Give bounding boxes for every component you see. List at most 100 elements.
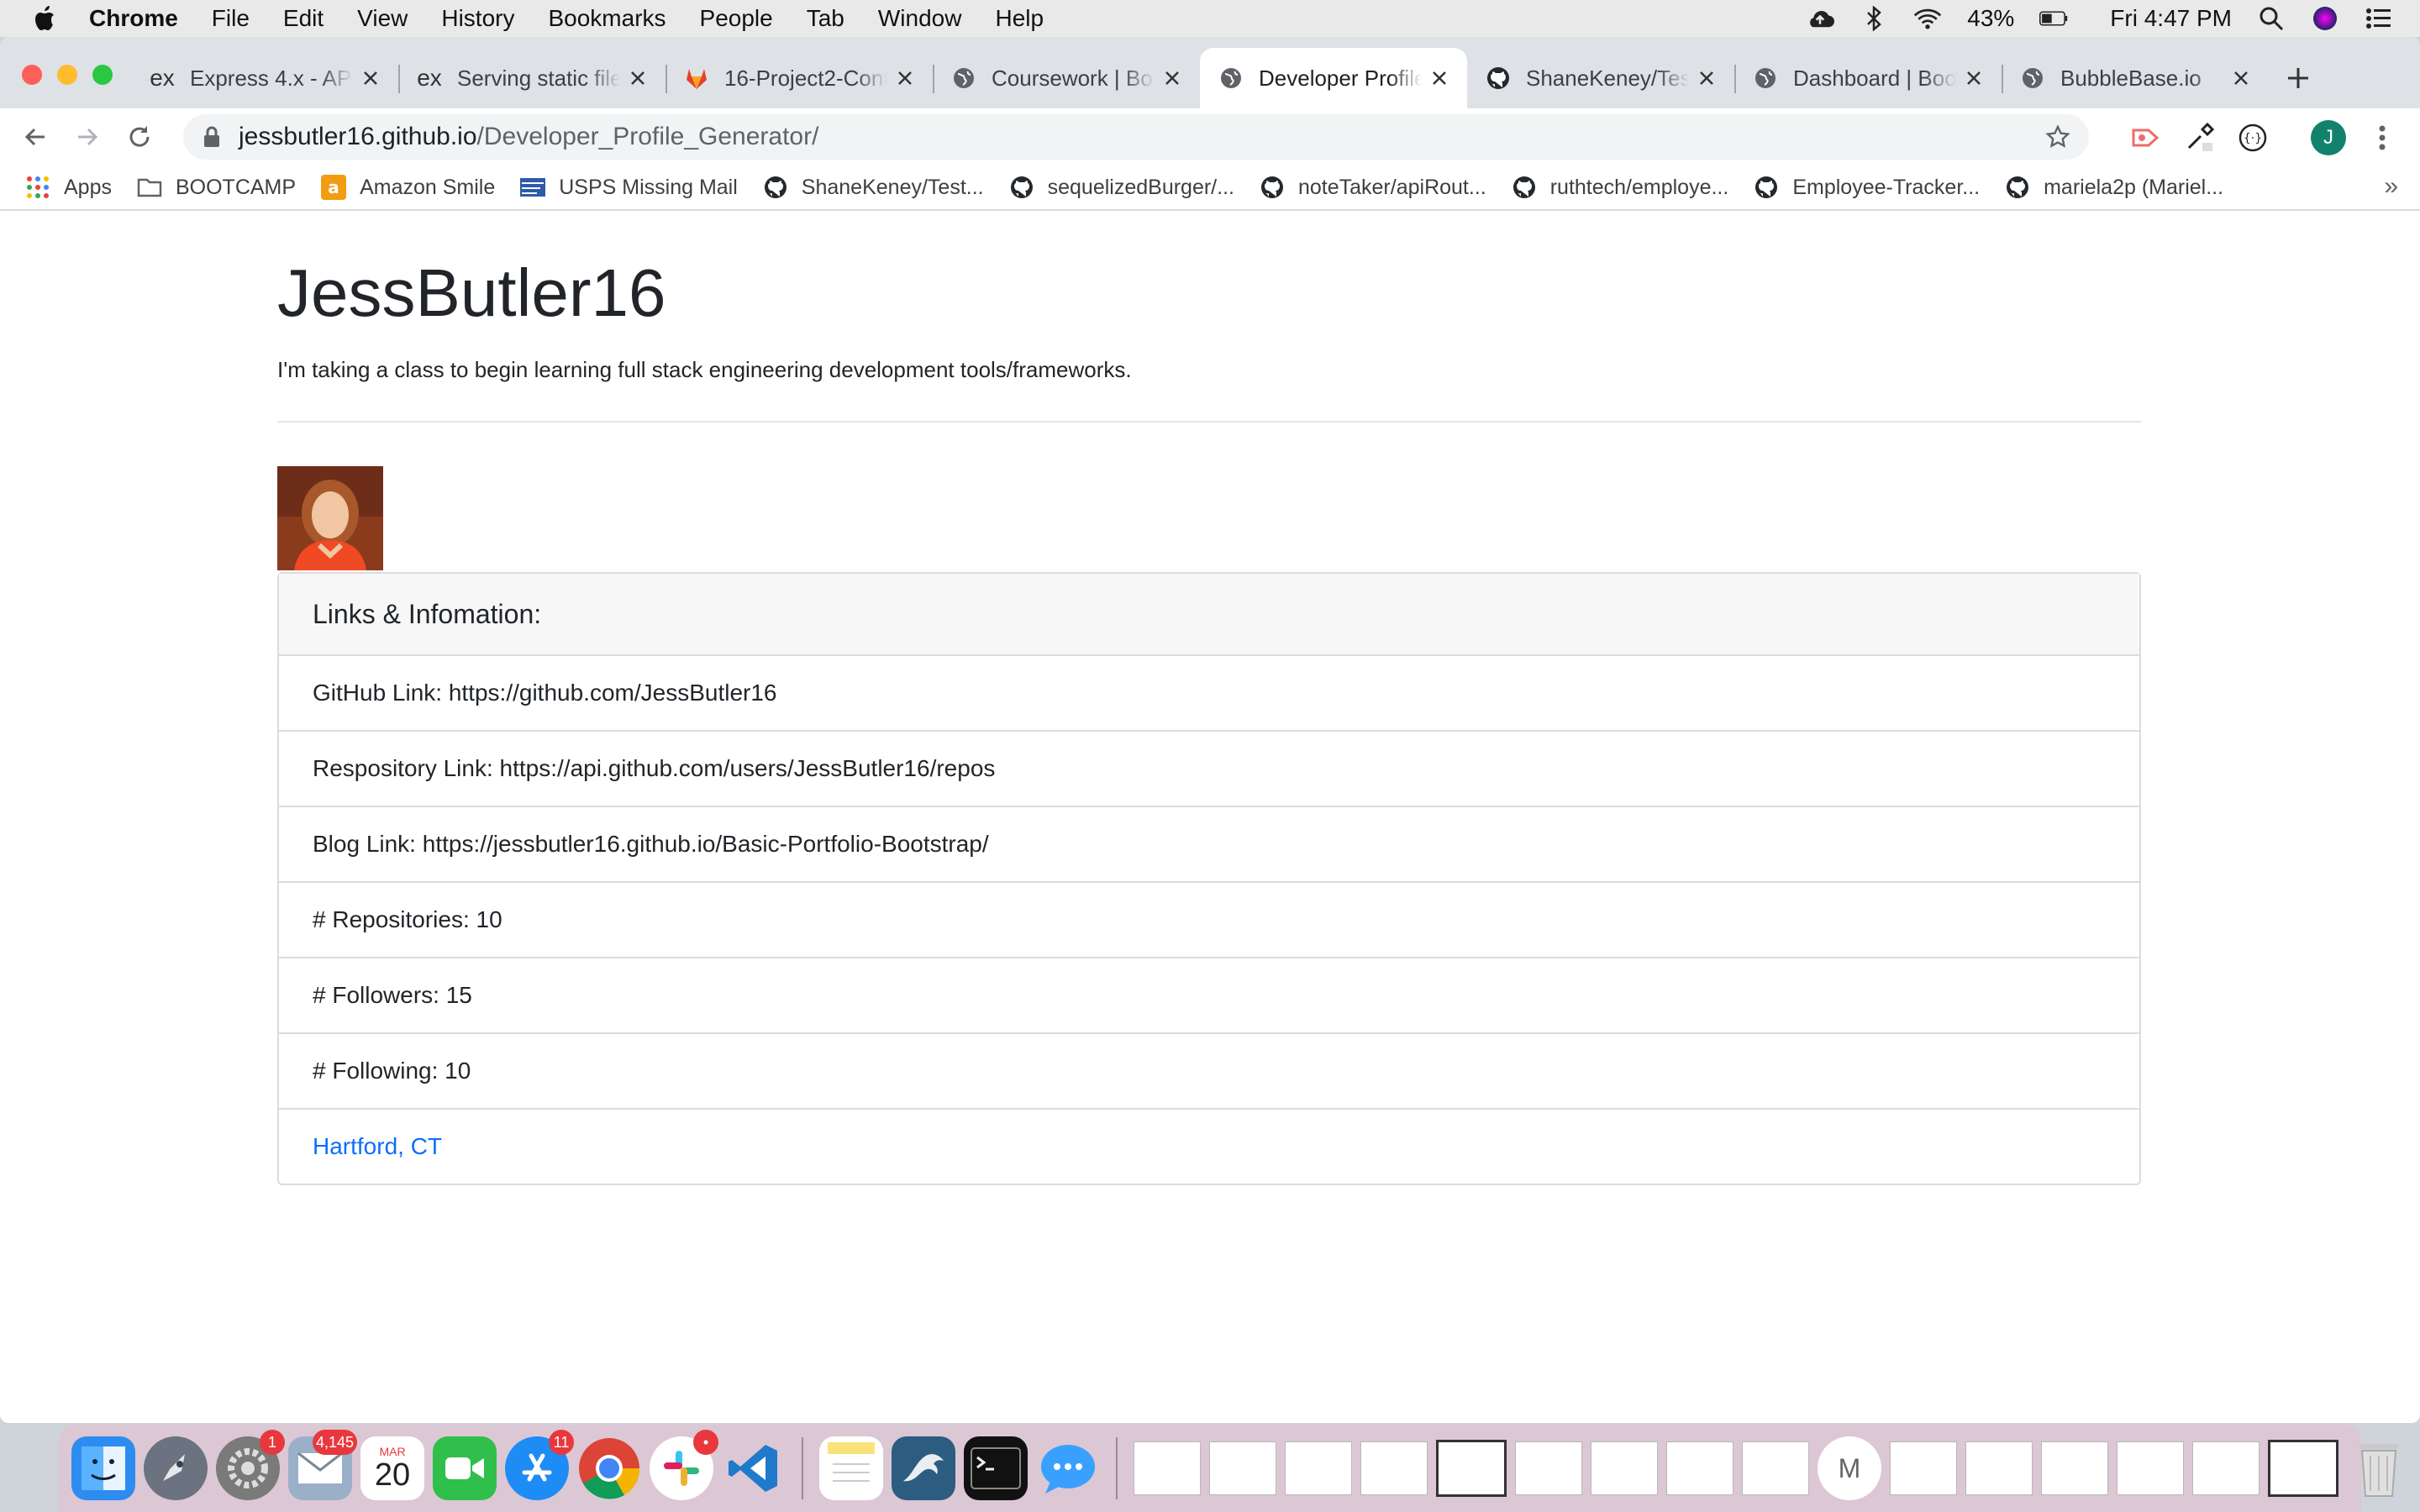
menu-app-name[interactable]: Chrome	[89, 5, 178, 32]
tab-bubblebase[interactable]: BubbleBase.io	[2002, 48, 2269, 108]
minimized-window-thumbnail[interactable]	[1890, 1441, 1957, 1495]
menu-history[interactable]: History	[441, 5, 514, 32]
tab-coursework[interactable]: Coursework | Bootcamp Spot	[933, 48, 1200, 108]
menu-file[interactable]: File	[212, 5, 250, 32]
notification-center-icon[interactable]	[2365, 6, 2393, 31]
bookmark-apps[interactable]: Apps	[25, 175, 112, 200]
chrome-icon[interactable]	[577, 1436, 641, 1500]
tab-developer-profile[interactable]: Developer Profile Generator	[1200, 48, 1467, 108]
minimized-window-thumbnail[interactable]	[1666, 1441, 1733, 1495]
forward-button[interactable]	[71, 120, 104, 154]
user-avatar[interactable]: M	[1818, 1436, 1881, 1500]
new-tab-button[interactable]	[2269, 48, 2328, 108]
close-tab-icon[interactable]	[629, 69, 647, 87]
menu-bookmarks[interactable]: Bookmarks	[548, 5, 666, 32]
siri-icon[interactable]	[2311, 6, 2339, 31]
minimized-window-thumbnail[interactable]	[2117, 1441, 2184, 1495]
bookmark-ruthtech[interactable]: ruthtech/employe...	[1512, 175, 1728, 200]
app-store-icon[interactable]: 11	[505, 1430, 574, 1500]
close-tab-icon[interactable]	[1697, 69, 1716, 87]
notes-icon[interactable]	[819, 1436, 883, 1500]
tab-serving-static[interactable]: ex Serving static files in Express	[398, 48, 666, 108]
minimized-window-thumbnail[interactable]	[1360, 1441, 1428, 1495]
minimized-window-thumbnail[interactable]	[1742, 1441, 1809, 1495]
battery-icon[interactable]	[2039, 6, 2068, 31]
minimized-window-thumbnail[interactable]	[2268, 1440, 2338, 1497]
bookmark-amazon-smile[interactable]: a Amazon Smile	[321, 175, 495, 200]
minimized-window-thumbnail[interactable]	[1436, 1440, 1507, 1497]
bookmark-label: ShaneKeney/Test...	[801, 175, 984, 199]
minimized-window-thumbnail[interactable]	[1591, 1441, 1658, 1495]
mysql-workbench-icon[interactable]	[892, 1436, 955, 1500]
menu-people[interactable]: People	[700, 5, 773, 32]
mail-icon[interactable]: 4,145	[288, 1430, 357, 1500]
close-tab-icon[interactable]	[1430, 69, 1449, 87]
address-bar[interactable]: jessbutler16.github.io/Developer_Profile…	[183, 114, 2089, 160]
close-tab-icon[interactable]	[2232, 69, 2250, 87]
menu-help[interactable]: Help	[995, 5, 1044, 32]
facetime-icon[interactable]	[433, 1436, 497, 1500]
bookmark-shanekeney-test[interactable]: ShaneKeney/Test...	[763, 175, 984, 200]
location-link[interactable]: Hartford, CT	[279, 1110, 2139, 1184]
dock-separator	[802, 1437, 803, 1499]
tab-project2[interactable]: 16-Project2-Contents	[666, 48, 933, 108]
minimized-window-thumbnail[interactable]	[1965, 1441, 2033, 1495]
terminal-icon[interactable]	[964, 1436, 1028, 1500]
minimized-window-thumbnail[interactable]	[1209, 1441, 1276, 1495]
close-window-button[interactable]	[22, 65, 42, 85]
minimized-window-thumbnail[interactable]	[1515, 1441, 1582, 1495]
bookmark-star-icon[interactable]	[2045, 124, 2070, 150]
bookmark-usps[interactable]: USPS Missing Mail	[520, 175, 738, 200]
menu-edit[interactable]: Edit	[283, 5, 324, 32]
bookmark-employee-tracker[interactable]: Employee-Tracker...	[1754, 175, 1980, 200]
spotlight-search-icon[interactable]	[2257, 6, 2286, 31]
url-host: jessbutler16.github.io	[239, 123, 477, 150]
close-tab-icon[interactable]	[896, 69, 914, 87]
zoom-window-button[interactable]	[92, 65, 113, 85]
github-icon	[2007, 176, 2029, 198]
minimized-window-thumbnail[interactable]	[1134, 1441, 1201, 1495]
tab-shanekeney-test[interactable]: ShaneKeney/Test	[1467, 48, 1734, 108]
minimized-window-thumbnail[interactable]	[1285, 1441, 1352, 1495]
bluetooth-icon[interactable]	[1860, 6, 1888, 31]
apple-menu-icon[interactable]	[34, 6, 55, 31]
bookmark-folder-bootcamp[interactable]: BOOTCAMP	[137, 175, 296, 200]
finder-icon[interactable]	[71, 1436, 135, 1500]
launchpad-icon[interactable]	[144, 1436, 208, 1500]
repositories-count-row: # Repositories: 10	[279, 883, 2139, 958]
extension-json-icon[interactable]: {·}	[2235, 120, 2270, 155]
tab-dashboard[interactable]: Dashboard | Bootcamp Spot	[1734, 48, 2002, 108]
messages-icon[interactable]	[1036, 1436, 1100, 1500]
system-preferences-icon[interactable]: 1	[216, 1430, 285, 1500]
menu-window[interactable]: Window	[878, 5, 962, 32]
profile-avatar-button[interactable]: J	[2311, 120, 2346, 155]
slack-icon[interactable]: •	[650, 1430, 718, 1500]
bookmark-label: USPS Missing Mail	[559, 175, 738, 199]
minimize-window-button[interactable]	[57, 65, 77, 85]
menu-view[interactable]: View	[357, 5, 408, 32]
extension-record-icon[interactable]	[2128, 120, 2163, 155]
lock-icon[interactable]	[203, 126, 220, 148]
reload-button[interactable]	[123, 120, 156, 154]
cloud-upload-icon[interactable]	[1806, 6, 1835, 31]
bookmarks-overflow-button[interactable]: »	[2384, 172, 2398, 201]
wifi-icon[interactable]	[1913, 6, 1942, 31]
close-tab-icon[interactable]	[1163, 69, 1181, 87]
close-tab-icon[interactable]	[1965, 69, 1983, 87]
bookmark-notetaker[interactable]: noteTaker/apiRout...	[1260, 175, 1486, 200]
bookmark-mariela2p[interactable]: mariela2p (Mariel...	[2005, 175, 2223, 200]
minimized-window-thumbnail[interactable]	[2192, 1441, 2260, 1495]
close-tab-icon[interactable]	[361, 69, 380, 87]
express-icon: ex	[417, 65, 442, 91]
vscode-icon[interactable]	[722, 1436, 786, 1500]
menubar-clock[interactable]: Fri 4:47 PM	[2110, 5, 2232, 32]
eyedropper-extension-icon[interactable]	[2181, 120, 2217, 155]
chrome-menu-button[interactable]	[2365, 120, 2400, 155]
tab-express-api[interactable]: ex Express 4.x - API Reference	[131, 48, 398, 108]
calendar-icon[interactable]: MAR 20	[360, 1436, 424, 1500]
menu-tab[interactable]: Tab	[807, 5, 844, 32]
back-button[interactable]	[18, 120, 52, 154]
bookmark-sequelized-burger[interactable]: sequelizedBurger/...	[1009, 175, 1234, 200]
minimized-window-thumbnail[interactable]	[2041, 1441, 2108, 1495]
trash-icon[interactable]	[2347, 1436, 2411, 1500]
